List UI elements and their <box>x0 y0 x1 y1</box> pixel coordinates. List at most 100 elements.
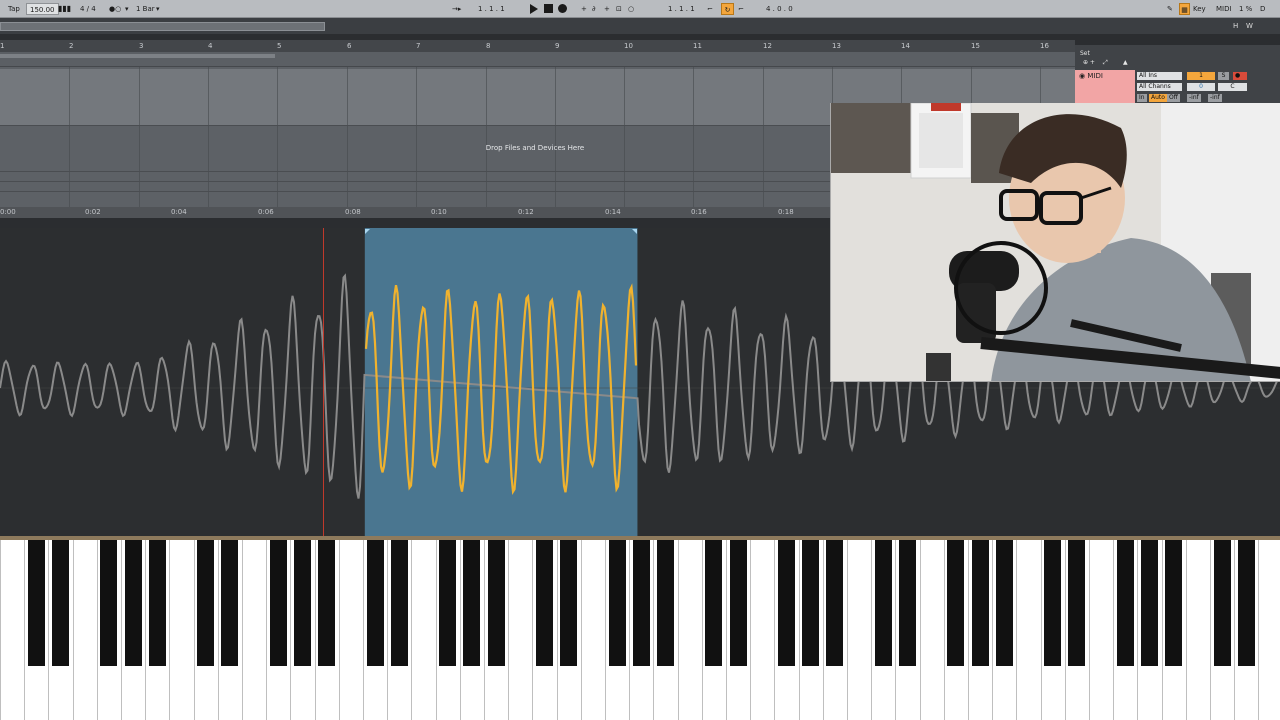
white-key-divider[interactable] <box>992 540 994 720</box>
midi-track-header[interactable]: ◉ MIDI <box>1075 70 1135 104</box>
loop-switch-icon[interactable]: ↻ <box>721 3 734 15</box>
white-key-divider[interactable] <box>145 540 147 720</box>
black-key[interactable] <box>269 540 287 666</box>
loop-brace[interactable] <box>0 54 275 58</box>
black-key[interactable] <box>802 540 820 666</box>
white-key-divider[interactable] <box>484 540 485 720</box>
black-key[interactable] <box>487 540 505 666</box>
white-key-divider[interactable] <box>508 540 510 720</box>
white-key-divider[interactable] <box>121 540 122 720</box>
white-key-divider[interactable] <box>532 540 534 720</box>
loop-length[interactable]: 4 . 0 . 0 <box>766 3 793 15</box>
white-key-divider[interactable] <box>1234 540 1236 720</box>
black-key[interactable] <box>632 540 650 666</box>
black-key[interactable] <box>608 540 626 666</box>
white-key-divider[interactable] <box>1040 540 1042 720</box>
black-key[interactable] <box>535 540 553 666</box>
automation-arm-icon[interactable]: ∂ <box>592 3 596 15</box>
black-key[interactable] <box>874 540 892 666</box>
white-key-divider[interactable] <box>726 540 727 720</box>
computer-keyboard-icon[interactable]: ▦ <box>1179 3 1190 15</box>
white-key-divider[interactable] <box>822 540 824 720</box>
white-key-divider[interactable] <box>363 540 364 720</box>
black-key[interactable] <box>439 540 457 666</box>
black-key[interactable] <box>390 540 408 666</box>
white-key-divider[interactable] <box>629 540 631 720</box>
white-key-divider[interactable] <box>459 540 461 720</box>
white-key-divider[interactable] <box>435 540 437 720</box>
solo-button[interactable]: S <box>1218 72 1229 80</box>
overdub-icon[interactable]: + <box>581 3 587 15</box>
black-key[interactable] <box>318 540 336 666</box>
black-key[interactable] <box>898 540 916 666</box>
black-key[interactable] <box>1165 540 1183 666</box>
reenable-automation-icon[interactable]: + <box>604 3 610 15</box>
black-key[interactable] <box>1140 540 1158 666</box>
white-key-divider[interactable] <box>605 540 606 720</box>
white-key-divider[interactable] <box>387 540 389 720</box>
white-key-divider[interactable] <box>1016 540 1018 720</box>
white-key-divider[interactable] <box>701 540 703 720</box>
black-key[interactable] <box>656 540 674 666</box>
white-key-divider[interactable] <box>169 540 171 720</box>
black-key[interactable] <box>1044 540 1062 666</box>
black-key[interactable] <box>947 540 965 666</box>
follow-icon[interactable]: →▸ <box>452 3 461 15</box>
black-key[interactable] <box>971 540 989 666</box>
key-map-button[interactable]: Key <box>1193 3 1206 15</box>
input-channel-select[interactable]: All Channs <box>1137 83 1182 91</box>
white-key-divider[interactable] <box>919 540 921 720</box>
monitor-off-button[interactable]: Off <box>1167 94 1180 102</box>
volume-field[interactable]: 0 <box>1187 83 1215 91</box>
input-type-select[interactable]: All Ins <box>1137 72 1182 80</box>
black-key[interactable] <box>51 540 69 666</box>
white-key-divider[interactable] <box>1185 540 1187 720</box>
punch-out-icon[interactable]: ⌐ <box>738 3 744 15</box>
white-key-divider[interactable] <box>193 540 195 720</box>
draw-mode-icon[interactable]: ✎ <box>1167 3 1173 15</box>
black-key[interactable] <box>197 540 215 666</box>
selected-region[interactable] <box>364 228 638 536</box>
black-key[interactable] <box>560 540 578 666</box>
track-number[interactable]: 1 <box>1187 72 1215 80</box>
white-key-divider[interactable] <box>72 540 74 720</box>
pan-field[interactable]: C <box>1218 83 1247 91</box>
black-key[interactable] <box>100 540 118 666</box>
black-key[interactable] <box>124 540 142 666</box>
white-key-divider[interactable] <box>1064 540 1066 720</box>
w-toggle[interactable]: W <box>1246 22 1253 30</box>
session-record-icon[interactable]: ○ <box>628 3 634 15</box>
white-key-divider[interactable] <box>968 540 969 720</box>
zoom-icon[interactable]: ⤢ <box>1103 59 1108 67</box>
white-key-divider[interactable] <box>1113 540 1115 720</box>
quantize-select[interactable]: 1 Bar <box>136 3 155 15</box>
help-toggle[interactable]: H <box>1233 22 1238 30</box>
white-key-divider[interactable] <box>290 540 292 720</box>
playhead[interactable] <box>323 228 324 536</box>
white-key-divider[interactable] <box>871 540 873 720</box>
black-key[interactable] <box>1237 540 1255 666</box>
white-key-divider[interactable] <box>48 540 50 720</box>
white-key-divider[interactable] <box>750 540 752 720</box>
black-key[interactable] <box>826 540 844 666</box>
black-key[interactable] <box>705 540 723 666</box>
black-key[interactable] <box>27 540 45 666</box>
black-key[interactable] <box>293 540 311 666</box>
white-key-divider[interactable] <box>943 540 945 720</box>
white-key-divider[interactable] <box>96 540 98 720</box>
black-key[interactable] <box>148 540 166 666</box>
time-signature-field[interactable]: 4 / 4 <box>80 3 96 15</box>
beat-ruler[interactable]: 1 2 3 4 5 6 7 8 9 10 11 12 13 14 15 16 <box>0 40 1075 52</box>
tempo-nudge-icon[interactable]: ▮▮▮ <box>58 3 71 15</box>
white-key-divider[interactable] <box>1210 540 1211 720</box>
black-key[interactable] <box>366 540 384 666</box>
white-key-divider[interactable] <box>1258 540 1260 720</box>
chevron-down-icon[interactable]: ▾ <box>125 3 129 15</box>
monitor-auto-button[interactable]: Auto <box>1149 94 1167 102</box>
white-key-divider[interactable] <box>653 540 655 720</box>
black-key[interactable] <box>221 540 239 666</box>
black-key[interactable] <box>1116 540 1134 666</box>
white-key-divider[interactable] <box>677 540 679 720</box>
white-key-divider[interactable] <box>242 540 243 720</box>
white-key-divider[interactable] <box>1089 540 1090 720</box>
